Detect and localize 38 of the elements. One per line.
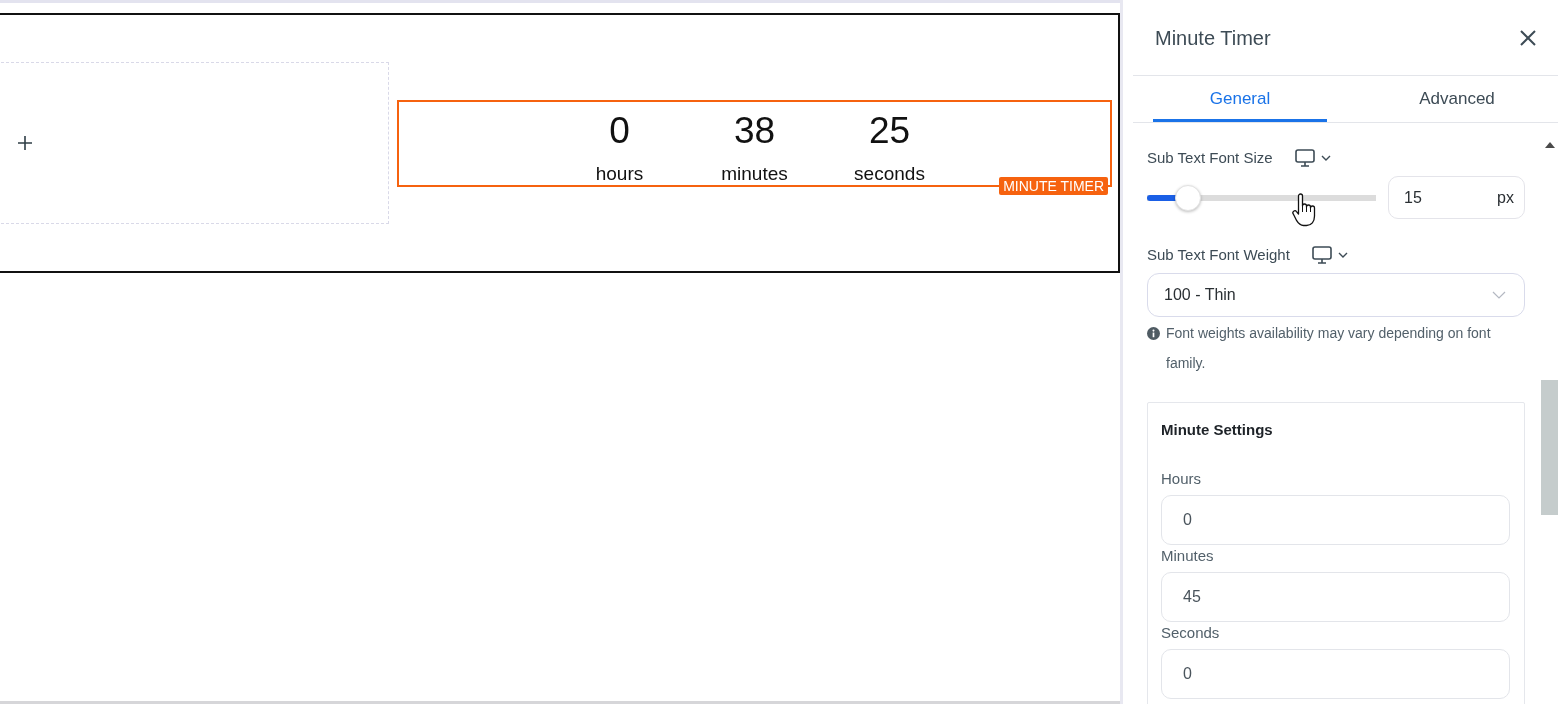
field-label: Hours: [1161, 469, 1202, 489]
setting-label: Sub Text Font Weight: [1147, 245, 1290, 265]
font-size-input[interactable]: 15 px: [1388, 176, 1525, 219]
slider-thumb[interactable]: [1175, 184, 1202, 211]
unit-label: px: [1497, 188, 1514, 207]
scroll-up-arrow-icon[interactable]: [1544, 142, 1555, 148]
scrollbar-thumb[interactable]: [1541, 380, 1558, 515]
tab[interactable]: Advanced: [1370, 76, 1544, 122]
number-input[interactable]: 0: [1161, 495, 1510, 545]
number-input[interactable]: 45: [1161, 572, 1510, 622]
field-label: Seconds: [1161, 623, 1221, 643]
card-title: Minute Settings: [1161, 420, 1274, 440]
monitor-icon: [1311, 246, 1332, 264]
number-input[interactable]: 0: [1161, 649, 1510, 699]
field-label: Minutes: [1161, 546, 1215, 566]
monitor-icon: [1294, 149, 1315, 167]
panel-title: Minute Timer: [1155, 25, 1271, 51]
timer-value: 25: [867, 108, 912, 153]
close-button[interactable]: [1520, 29, 1536, 46]
chevron-down-icon: [1492, 291, 1506, 299]
chevron-down-icon: [1337, 252, 1348, 258]
help-text: Font weights availability may vary depending on font family.: [1166, 324, 1492, 373]
hand-cursor-icon: [1292, 193, 1316, 227]
setting-label: Sub Text Font Size: [1147, 148, 1273, 168]
device-switcher-button[interactable]: [1311, 246, 1348, 264]
plus-icon[interactable]: [18, 136, 32, 150]
timer-unit-label: minutes: [720, 162, 789, 185]
timer-unit-label: seconds: [853, 162, 926, 185]
chevron-down-icon: [1320, 155, 1331, 161]
device-switcher-button[interactable]: [1294, 149, 1331, 167]
timer-value: 0: [608, 108, 631, 153]
font-weight-select[interactable]: 100 - Thin: [1147, 273, 1525, 317]
widget-label-badge: MINUTE TIMER: [999, 176, 1108, 195]
close-icon: [1520, 29, 1536, 46]
tab[interactable]: General: [1153, 76, 1327, 122]
info-icon: [1147, 327, 1160, 340]
timer-value: 38: [732, 108, 777, 153]
timer-unit-label: hours: [594, 162, 645, 185]
